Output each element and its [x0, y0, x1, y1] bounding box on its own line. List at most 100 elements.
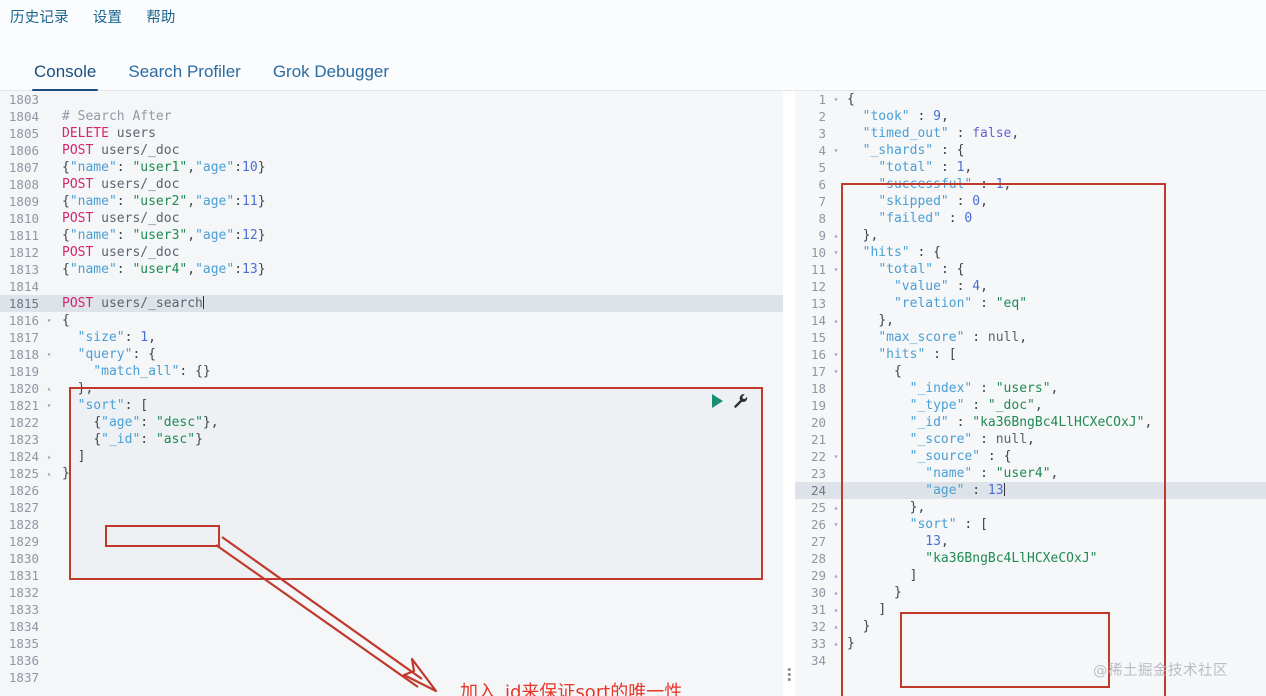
- fold-toggle-icon: [831, 397, 841, 414]
- menu-item-settings[interactable]: 设置: [91, 4, 124, 29]
- fold-toggle-icon[interactable]: ▴: [831, 312, 841, 329]
- code-line[interactable]: 1815 POST users/_search: [0, 295, 783, 312]
- request-editor-code[interactable]: 1803 1804 # Search After 1805 DELETE users 18…: [0, 91, 783, 686]
- code-line[interactable]: 1820 ▴ },: [0, 380, 783, 397]
- code-line[interactable]: 1830: [0, 550, 783, 567]
- code-line[interactable]: 3 "timed_out" : false,: [795, 125, 1266, 142]
- tab-search-profiler[interactable]: Search Profiler: [112, 63, 256, 91]
- fold-toggle-icon: [44, 533, 54, 550]
- code-line[interactable]: 1811 {"name": "user3","age":12}: [0, 227, 783, 244]
- code-line[interactable]: 1821 ▾ "sort": [: [0, 397, 783, 414]
- code-text: "total" : 1,: [878, 160, 973, 175]
- fold-toggle-icon: [44, 652, 54, 669]
- code-text: {"name": "user3","age":12}: [62, 228, 266, 243]
- code-line[interactable]: 4 ▾ "_shards" : {: [795, 142, 1266, 159]
- code-line[interactable]: 1819 "match_all": {}: [0, 363, 783, 380]
- fold-toggle-icon[interactable]: ▴: [44, 448, 54, 465]
- fold-toggle-icon[interactable]: ▾: [44, 397, 54, 414]
- code-line[interactable]: 1817 "size": 1,: [0, 329, 783, 346]
- code-line[interactable]: 1809 {"name": "user2","age":11}: [0, 193, 783, 210]
- fold-toggle-icon: [44, 550, 54, 567]
- code-line[interactable]: 1835: [0, 635, 783, 652]
- code-line[interactable]: 1 ▾ {: [795, 91, 1266, 108]
- fold-toggle-icon[interactable]: ▴: [831, 567, 841, 584]
- code-line[interactable]: 1805 DELETE users: [0, 125, 783, 142]
- code-line[interactable]: 1810 POST users/_doc: [0, 210, 783, 227]
- code-line[interactable]: 1806 POST users/_doc: [0, 142, 783, 159]
- fold-toggle-icon[interactable]: ▾: [44, 312, 54, 329]
- code-text: ]: [77, 449, 86, 464]
- code-line[interactable]: 1807 {"name": "user1","age":10}: [0, 159, 783, 176]
- code-line[interactable]: 1834: [0, 618, 783, 635]
- line-number: 1815: [8, 296, 39, 311]
- code-line[interactable]: 1831: [0, 567, 783, 584]
- code-line[interactable]: 1816 ▾ {: [0, 312, 783, 329]
- code-line[interactable]: 1824 ▴ ]: [0, 448, 783, 465]
- fold-toggle-icon[interactable]: ▾: [831, 363, 841, 380]
- code-line[interactable]: 1826: [0, 482, 783, 499]
- pane-splitter[interactable]: [783, 91, 795, 696]
- fold-toggle-icon[interactable]: ▴: [831, 618, 841, 635]
- code-line[interactable]: 1813 {"name": "user4","age":13}: [0, 261, 783, 278]
- line-number: 1821: [8, 398, 39, 413]
- code-line[interactable]: 1814: [0, 278, 783, 295]
- code-line[interactable]: 1823 {"_id": "asc"}: [0, 431, 783, 448]
- fold-toggle-icon[interactable]: ▴: [831, 499, 841, 516]
- code-line[interactable]: 1827: [0, 499, 783, 516]
- fold-toggle-icon: [831, 159, 841, 176]
- fold-toggle-icon: [44, 601, 54, 618]
- request-editor-pane[interactable]: 1803 1804 # Search After 1805 DELETE users 18…: [0, 91, 783, 696]
- fold-toggle-icon[interactable]: ▾: [831, 244, 841, 261]
- fold-toggle-icon: [44, 210, 54, 227]
- code-line[interactable]: 2 "took" : 9,: [795, 108, 1266, 125]
- fold-toggle-icon[interactable]: ▴: [831, 227, 841, 244]
- line-number: 30: [810, 585, 826, 600]
- fold-toggle-icon: [831, 278, 841, 295]
- fold-toggle-icon[interactable]: ▾: [831, 346, 841, 363]
- fold-toggle-icon: [44, 669, 54, 686]
- code-line[interactable]: 1818 ▾ "query": {: [0, 346, 783, 363]
- fold-toggle-icon[interactable]: ▾: [831, 516, 841, 533]
- line-number: 21: [810, 432, 826, 447]
- fold-toggle-icon[interactable]: ▴: [831, 584, 841, 601]
- code-text: POST users/_doc: [62, 177, 180, 192]
- fold-toggle-icon: [44, 635, 54, 652]
- menu-item-help[interactable]: 帮助: [144, 4, 177, 29]
- code-line[interactable]: 5 "total" : 1,: [795, 159, 1266, 176]
- send-request-icon[interactable]: [712, 394, 723, 408]
- line-number: 1823: [8, 432, 39, 447]
- wrench-icon[interactable]: [733, 393, 749, 409]
- line-number: 1826: [8, 483, 39, 498]
- code-text: {: [847, 92, 855, 107]
- fold-toggle-icon[interactable]: ▴: [831, 635, 841, 652]
- fold-toggle-icon[interactable]: ▾: [831, 142, 841, 159]
- sort-id-highlight-box: [105, 525, 220, 547]
- code-line[interactable]: 1812 POST users/_doc: [0, 244, 783, 261]
- fold-toggle-icon[interactable]: ▴: [44, 380, 54, 397]
- code-text: "_shards" : {: [862, 143, 965, 158]
- splitter-grip-icon[interactable]: [787, 668, 791, 681]
- code-line[interactable]: 1803: [0, 91, 783, 108]
- fold-toggle-icon[interactable]: ▴: [44, 465, 54, 482]
- code-text: "match_all": {}: [93, 364, 211, 379]
- menu-item-history[interactable]: 历史记录: [8, 4, 71, 29]
- tab-grok-debugger[interactable]: Grok Debugger: [257, 63, 405, 91]
- line-number: 3: [818, 126, 826, 141]
- code-line[interactable]: 1808 POST users/_doc: [0, 176, 783, 193]
- code-line[interactable]: 1825 ▴}: [0, 465, 783, 482]
- fold-toggle-icon[interactable]: ▾: [831, 91, 841, 108]
- code-line[interactable]: 1832: [0, 584, 783, 601]
- code-line[interactable]: 1836: [0, 652, 783, 669]
- fold-toggle-icon[interactable]: ▾: [831, 261, 841, 278]
- fold-toggle-icon[interactable]: ▴: [831, 601, 841, 618]
- code-line[interactable]: 1833: [0, 601, 783, 618]
- code-line[interactable]: 1804 # Search After: [0, 108, 783, 125]
- fold-toggle-icon[interactable]: ▾: [831, 448, 841, 465]
- tab-console[interactable]: Console: [18, 63, 112, 91]
- code-line[interactable]: 1822 {"age": "desc"},: [0, 414, 783, 431]
- fold-toggle-icon[interactable]: ▾: [44, 346, 54, 363]
